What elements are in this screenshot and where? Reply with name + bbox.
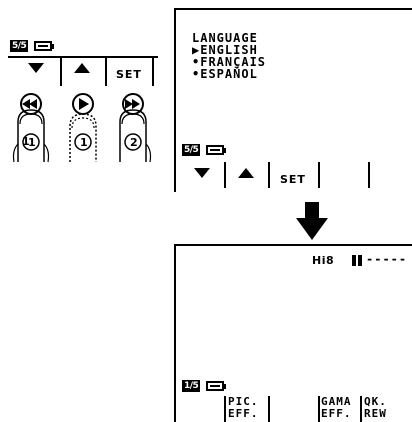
language-menu-screen: LANGUAGE ▶ENGLISH •FRANÇAIS •ESPAÑOL 5/5… [174, 8, 412, 192]
softkey-separator [105, 58, 107, 86]
set-key[interactable]: SET [280, 173, 306, 186]
down-arrow-key[interactable] [194, 168, 210, 178]
up-arrow-key[interactable] [74, 63, 90, 73]
battery-tip [52, 44, 54, 49]
gamma-effect-key[interactable]: GAMA EFF. [321, 396, 352, 420]
page-indicator-badge: 1/5 [182, 380, 201, 392]
finger-step-label: 1 [80, 136, 88, 149]
softkey-separator [360, 396, 362, 422]
softkey-separator [368, 162, 370, 188]
down-arrow-key[interactable] [28, 63, 44, 73]
softkey-separator [318, 162, 320, 188]
bullet-icon: • [192, 67, 201, 81]
battery-tip [224, 384, 226, 389]
quick-rewind-key[interactable]: QK. REW [364, 396, 387, 420]
battery-tip [224, 148, 226, 153]
finger-step-label: 2 [130, 136, 138, 149]
softkey-label-line2: REW [364, 407, 387, 420]
format-indicator: Hi8 [312, 254, 335, 267]
softkey-separator [224, 396, 226, 422]
softkey-separator [268, 162, 270, 188]
finger-press-drawing [12, 93, 152, 163]
softkey-separator [224, 162, 226, 188]
finger-step-label: 1 [28, 136, 36, 149]
option-label: ESPAÑOL [200, 67, 258, 81]
pause-icon [352, 255, 356, 266]
pic-effect-key[interactable]: PIC. EFF. [228, 396, 259, 420]
battery-icon [206, 381, 224, 391]
language-option-espanol[interactable]: •ESPAÑOL [192, 68, 258, 80]
finger-illustration: 1 [6, 92, 166, 164]
battery-icon [206, 145, 224, 155]
play-icon [72, 93, 94, 115]
battery-icon [34, 41, 52, 51]
set-key[interactable]: SET [116, 68, 142, 81]
tape-counter: ----- [366, 252, 408, 266]
softkey-label-line2: EFF. [321, 407, 352, 420]
softkey-label-line2: EFF. [228, 407, 259, 420]
playback-screen: Hi8 ----- 1/5 PIC. EFF. GAMA EFF. QK. RE… [174, 244, 412, 422]
page-indicator-badge: 5/5 [10, 40, 29, 52]
page-indicator-badge: 5/5 [182, 144, 201, 156]
softkey-separator [60, 58, 62, 86]
softkey-separator [152, 58, 154, 86]
arrow-down-icon [296, 202, 328, 244]
softkey-separator [268, 396, 270, 422]
softkey-separator [318, 396, 320, 422]
up-arrow-key[interactable] [238, 168, 254, 178]
softkey-divider [8, 56, 158, 58]
